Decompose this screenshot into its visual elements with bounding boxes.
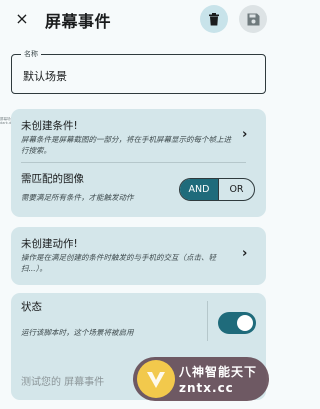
top-app-bar: × 屏幕事件 xyxy=(0,0,273,40)
actions-description: 操作是在满足创建的条件时触发的与手机的交互（点击、轻扫...）。 xyxy=(21,253,216,273)
close-icon: × xyxy=(15,9,29,28)
save-button[interactable] xyxy=(239,5,267,33)
delete-button[interactable] xyxy=(200,5,228,33)
toggle-knob xyxy=(237,315,253,331)
conditions-title: 未创建条件! xyxy=(21,120,78,132)
state-title: 状态 xyxy=(21,301,42,313)
conditions-card: 未创建条件! 屏幕条件是屏幕截图的一部分，将在手机屏幕显示的每个帧上进行搜索。 … xyxy=(11,109,266,217)
conditions-chevron-icon[interactable]: › xyxy=(242,127,247,142)
watermark-logo-icon xyxy=(137,360,175,398)
actions-card[interactable]: 未创建动作! 操作是在满足创建的条件时触发的与手机的交互（点击、轻扫...）。 … xyxy=(11,227,266,285)
image-match-title: 需匹配的图像 xyxy=(21,173,84,185)
trash-icon xyxy=(209,12,219,25)
conditions-description: 屏幕条件是屏幕截图的一部分，将在手机屏幕显示的每个帧上进行搜索。 xyxy=(21,135,231,155)
test-scene-button[interactable]: 测试您的 屏幕事件 xyxy=(21,373,104,388)
watermark-line2: zntx.cc xyxy=(179,381,234,395)
page-title: 屏幕事件 xyxy=(45,12,112,31)
scenario-name-field[interactable]: 名称 默认场景 xyxy=(11,49,266,94)
or-option[interactable]: OR xyxy=(218,179,254,200)
actions-chevron-icon[interactable]: › xyxy=(242,246,247,261)
image-match-description: 需要满足所有条件，才能触发动作 xyxy=(21,193,134,202)
state-toggle[interactable] xyxy=(218,312,256,334)
and-or-toggle[interactable]: AND OR xyxy=(179,178,255,201)
close-button[interactable]: × xyxy=(12,9,32,29)
and-option[interactable]: AND xyxy=(180,179,218,200)
save-icon xyxy=(247,13,259,25)
conditions-divider xyxy=(21,162,246,163)
name-field-label: 名称 xyxy=(21,49,41,59)
state-vertical-divider xyxy=(207,301,208,341)
state-description: 运行该脚本时，这个场景将被启用 xyxy=(21,328,134,337)
name-field-value[interactable]: 默认场景 xyxy=(23,68,67,84)
watermark-badge: 八神智能天下 zntx.cc xyxy=(133,357,269,401)
watermark-line1: 八神智能天下 xyxy=(179,365,258,379)
actions-title: 未创建动作! xyxy=(21,238,78,250)
